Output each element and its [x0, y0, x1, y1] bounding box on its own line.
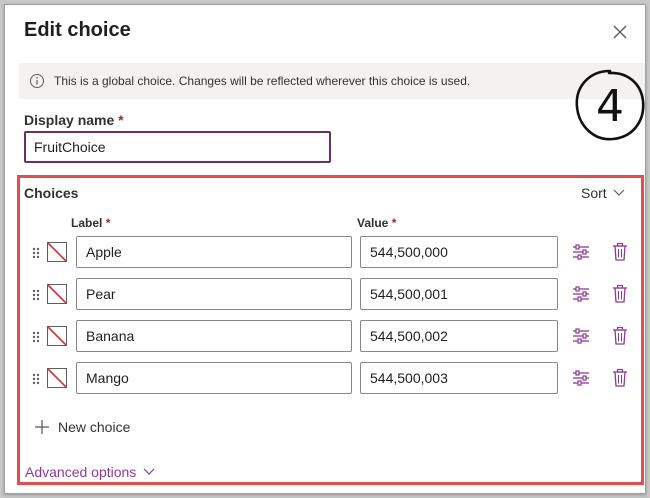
choice-row: Pear 544,500,001 — [27, 278, 637, 310]
new-choice-button[interactable]: New choice — [34, 419, 130, 435]
choice-label-input[interactable]: Apple — [76, 236, 352, 268]
new-choice-label: New choice — [58, 419, 131, 435]
choice-row: Apple 544,500,000 — [27, 236, 637, 268]
trash-icon[interactable] — [611, 368, 629, 388]
options-sliders-icon[interactable] — [571, 326, 591, 346]
choice-value-input[interactable]: 544,500,001 — [360, 278, 558, 310]
drag-handle-icon[interactable] — [31, 330, 41, 344]
label-column-header: Label * — [71, 216, 111, 230]
trash-icon[interactable] — [611, 284, 629, 304]
choices-heading: Choices — [24, 185, 79, 201]
no-color-swatch-icon[interactable] — [47, 368, 67, 388]
trash-icon[interactable] — [611, 326, 629, 346]
choice-row: Mango 544,500,003 — [27, 362, 637, 394]
edit-choice-panel: Edit choice This is a global choice. Cha… — [4, 4, 646, 494]
advanced-options-label: Advanced options — [25, 464, 137, 480]
close-button[interactable] — [609, 21, 631, 43]
no-color-swatch-icon[interactable] — [47, 326, 67, 346]
value-column-header: Value * — [357, 216, 397, 230]
choice-label-input[interactable]: Pear — [76, 278, 352, 310]
display-name-label: Display name * — [24, 112, 124, 128]
choice-row: Banana 544,500,002 — [27, 320, 637, 352]
annotation-number-badge: 4 — [575, 69, 645, 141]
choice-label-input[interactable]: Banana — [76, 320, 352, 352]
sort-label: Sort — [581, 185, 607, 201]
no-color-swatch-icon[interactable] — [47, 242, 67, 262]
options-sliders-icon[interactable] — [571, 368, 591, 388]
plus-icon — [35, 420, 49, 434]
required-marker: * — [118, 112, 124, 128]
dialog-title: Edit choice — [24, 19, 131, 41]
choice-label-input[interactable]: Mango — [76, 362, 352, 394]
choice-value-input[interactable]: 544,500,002 — [360, 320, 558, 352]
options-sliders-icon[interactable] — [571, 284, 591, 304]
chevron-down-icon — [613, 189, 625, 196]
no-color-swatch-icon[interactable] — [47, 284, 67, 304]
choice-value-input[interactable]: 544,500,000 — [360, 236, 558, 268]
display-name-input[interactable]: FruitChoice — [24, 131, 331, 163]
close-icon — [613, 25, 627, 39]
info-text: This is a global choice. Changes will be… — [54, 74, 471, 88]
options-sliders-icon[interactable] — [571, 242, 591, 262]
chevron-down-icon — [143, 468, 155, 475]
choice-value-input[interactable]: 544,500,003 — [360, 362, 558, 394]
drag-handle-icon[interactable] — [31, 246, 41, 260]
advanced-options-toggle[interactable]: Advanced options — [25, 464, 155, 480]
trash-icon[interactable] — [611, 242, 629, 262]
drag-handle-icon[interactable] — [31, 372, 41, 386]
drag-handle-icon[interactable] — [31, 288, 41, 302]
annotation-number: 4 — [596, 81, 624, 132]
sort-button[interactable]: Sort — [581, 185, 625, 201]
info-icon — [29, 73, 45, 89]
info-bar: This is a global choice. Changes will be… — [19, 63, 645, 99]
